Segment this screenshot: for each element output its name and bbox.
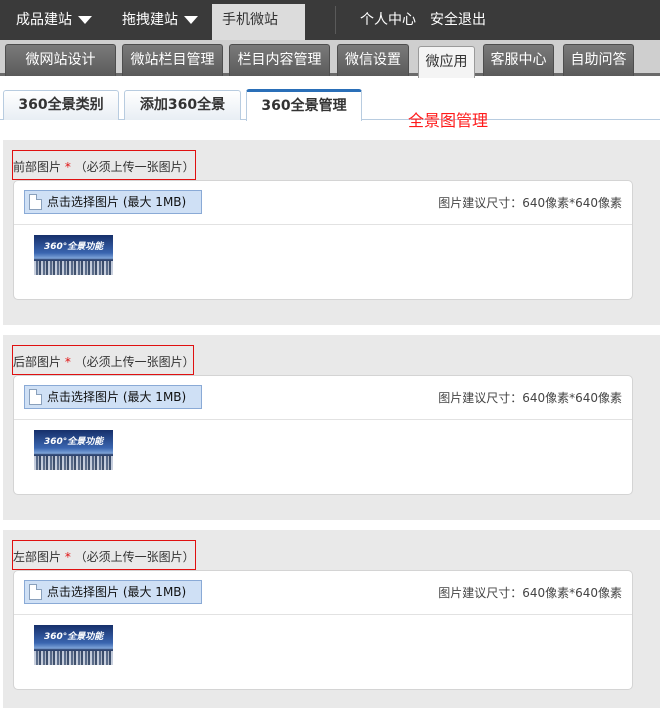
thumbnail-skyline — [34, 456, 113, 470]
upload-section-back: 后部图片 * （必须上传一张图片） 点击选择图片 (最大 1MB) 图片建议尺寸… — [3, 335, 660, 520]
thumbnail-skyline — [34, 261, 113, 275]
link-personal-center[interactable]: 个人中心 — [350, 0, 426, 40]
divider — [14, 224, 632, 225]
image-thumbnail[interactable]: 360°全景功能 — [34, 430, 113, 470]
thumbnail-caption: 360°全景功能 — [44, 437, 104, 447]
field-label: 前部图片 * （必须上传一张图片） — [13, 160, 195, 174]
file-icon — [29, 389, 42, 405]
required-mark: * — [64, 160, 71, 174]
choose-image-button[interactable]: 点击选择图片 (最大 1MB) — [24, 190, 202, 214]
chevron-down-icon — [78, 16, 92, 24]
field-label: 后部图片 * （必须上传一张图片） — [13, 355, 195, 369]
tab-weiyingyong[interactable]: 微应用 — [418, 46, 475, 78]
tab-neirong-guanli[interactable]: 栏目内容管理 — [229, 44, 330, 76]
image-thumbnail[interactable]: 360°全景功能 — [34, 625, 113, 665]
top-nav-bar: 成品建站 拖拽建站 手机微站 个人中心 安全退出 — [0, 0, 660, 56]
link-logout[interactable]: 安全退出 — [420, 0, 496, 40]
topnav-label: 手机微站 — [222, 12, 278, 28]
tab-weixin-shezhi[interactable]: 微信设置 — [337, 44, 409, 76]
image-thumbnail[interactable]: 360°全景功能 — [34, 235, 113, 275]
tab-weiwangzhan-sheji[interactable]: 微网站设计 — [5, 44, 116, 76]
file-icon — [29, 584, 42, 600]
topnav-item-tuozhuai[interactable]: 拖拽建站 — [112, 0, 208, 40]
file-icon — [29, 194, 42, 210]
tab-lanmu-guanli[interactable]: 微站栏目管理 — [122, 44, 223, 76]
size-hint: 图片建议尺寸：640像素*640像素 — [438, 586, 622, 600]
topnav-label: 拖拽建站 — [122, 12, 178, 28]
tab-zizhu-wenda[interactable]: 自助问答 — [563, 44, 634, 76]
tab-360-manage[interactable]: 360全景管理 — [246, 89, 362, 121]
topnav-item-shouji[interactable]: 手机微站 — [212, 0, 305, 56]
upload-section-left: 左部图片 * （必须上传一张图片） 点击选择图片 (最大 1MB) 图片建议尺寸… — [3, 530, 660, 708]
choose-image-button[interactable]: 点击选择图片 (最大 1MB) — [24, 385, 202, 409]
required-mark: * — [64, 550, 71, 564]
upload-card: 点击选择图片 (最大 1MB) 图片建议尺寸：640像素*640像素 360°全… — [13, 375, 633, 495]
upload-card: 点击选择图片 (最大 1MB) 图片建议尺寸：640像素*640像素 360°全… — [13, 180, 633, 300]
choose-image-button[interactable]: 点击选择图片 (最大 1MB) — [24, 580, 202, 604]
field-label: 左部图片 * （必须上传一张图片） — [13, 550, 195, 564]
divider — [14, 419, 632, 420]
thumbnail-caption: 360°全景功能 — [44, 632, 104, 642]
size-hint: 图片建议尺寸：640像素*640像素 — [438, 391, 622, 405]
thumbnail-skyline — [34, 651, 113, 665]
divider — [14, 614, 632, 615]
thumbnail-caption: 360°全景功能 — [44, 242, 104, 252]
page-title: 全景图管理 — [408, 111, 489, 130]
required-mark: * — [64, 355, 71, 369]
chevron-down-icon — [184, 16, 198, 24]
topnav-label: 成品建站 — [16, 12, 72, 28]
topnav-item-chengpin[interactable]: 成品建站 — [6, 0, 102, 40]
tab-add-360[interactable]: 添加360全景 — [124, 90, 241, 120]
tab-kefu-zhongxin[interactable]: 客服中心 — [483, 44, 554, 76]
content-tab-bar: 360全景类别 添加360全景 360全景管理 — [0, 88, 660, 121]
tab-360-category[interactable]: 360全景类别 — [3, 90, 119, 120]
size-hint: 图片建议尺寸：640像素*640像素 — [438, 196, 622, 210]
upload-section-front: 前部图片 * （必须上传一张图片） 点击选择图片 (最大 1MB) 图片建议尺寸… — [3, 140, 660, 325]
divider — [335, 6, 336, 34]
sub-nav-bar: 微网站设计 微站栏目管理 栏目内容管理 微信设置 微应用 客服中心 自助问答 — [0, 40, 660, 78]
upload-card: 点击选择图片 (最大 1MB) 图片建议尺寸：640像素*640像素 360°全… — [13, 570, 633, 690]
